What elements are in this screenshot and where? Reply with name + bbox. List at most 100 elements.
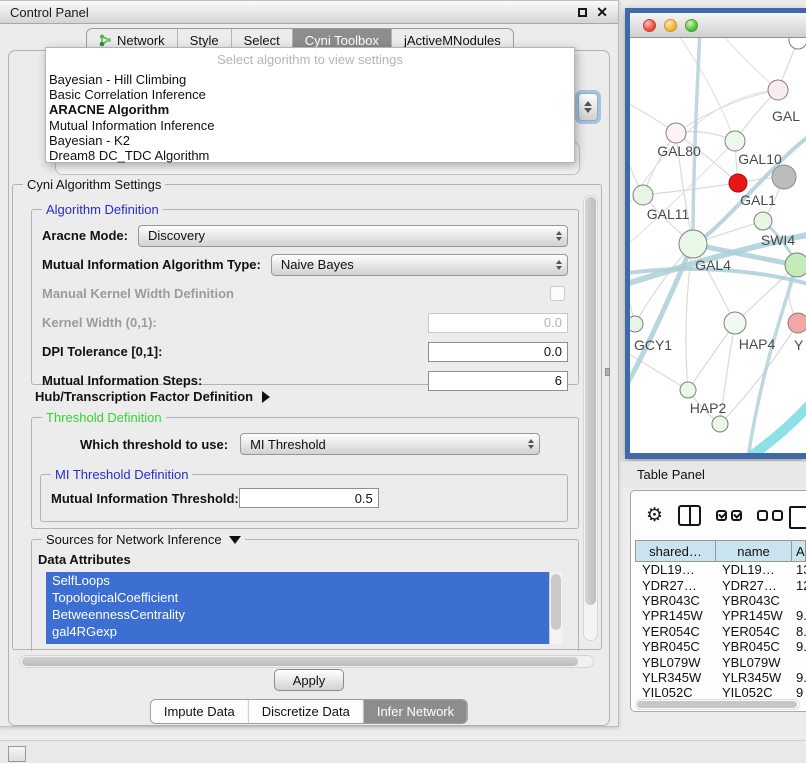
- node-bottom[interactable]: [712, 416, 728, 432]
- sources-title: Sources for Network Inference: [46, 532, 222, 547]
- node-gal11[interactable]: [633, 185, 653, 205]
- node-gal10[interactable]: [725, 131, 745, 151]
- float-window-icon[interactable]: [578, 8, 587, 17]
- attributes-scroll-thumb[interactable]: [551, 574, 561, 630]
- algorithm-combo-arrow[interactable]: [578, 93, 598, 121]
- dpi-tolerance-field[interactable]: 0.0: [428, 342, 568, 362]
- node-gal4[interactable]: [679, 230, 707, 258]
- attributes-scrollbar[interactable]: [549, 572, 562, 644]
- combo-arrows-icon: [556, 255, 562, 275]
- panel-splitter-handle[interactable]: [605, 368, 610, 376]
- mi-threshold-field[interactable]: 0.5: [239, 488, 379, 508]
- attribute-item-selfloops[interactable]: SelfLoops: [46, 573, 549, 590]
- close-icon[interactable]: ✕: [596, 6, 608, 18]
- algorithm-option-aracne-algorithm[interactable]: ARACNE Algorithm: [49, 102, 574, 117]
- node-gal80[interactable]: [666, 123, 686, 143]
- node-top-partial[interactable]: [789, 38, 806, 49]
- column-header-name[interactable]: name: [716, 541, 792, 561]
- settings-hscroll-thumb[interactable]: [22, 657, 578, 666]
- tab-label: Cyni Toolbox: [305, 33, 379, 48]
- column-layout-icon[interactable]: [678, 505, 701, 526]
- node-hap2[interactable]: [680, 382, 696, 398]
- algorithm-option-basic-correlation-inference[interactable]: Basic Correlation Inference: [49, 87, 574, 102]
- node-hap4[interactable]: [724, 312, 746, 334]
- node-pink-right[interactable]: [788, 313, 806, 333]
- bottom-tabbar: Impute DataDiscretize DataInfer Network: [150, 699, 468, 724]
- node-gray[interactable]: [772, 165, 796, 189]
- tab-impute-data[interactable]: Impute Data: [151, 700, 249, 723]
- table-panel-window: ⚙ shared…nameA YDL19…YDL19…13YDR27…YDR27…: [630, 490, 806, 712]
- attribute-item-betweennesscentrality[interactable]: BetweennessCentrality: [46, 607, 549, 624]
- column-header-shared[interactable]: shared…: [636, 541, 716, 561]
- algorithm-option-bayesian-hill-climbing[interactable]: Bayesian - Hill Climbing: [49, 72, 574, 87]
- column-header-a[interactable]: A: [792, 541, 806, 561]
- table-cell: 12: [791, 578, 806, 593]
- node-green-right[interactable]: [785, 253, 806, 277]
- close-traffic-light[interactable]: [643, 19, 656, 32]
- table-row[interactable]: YIL052CYIL052C9: [635, 685, 806, 698]
- algorithm-option-bayesian-k2[interactable]: Bayesian - K2: [49, 133, 574, 148]
- combo-down-arrow-icon: [584, 108, 592, 113]
- table-row[interactable]: YLR345WYLR345W9.: [635, 670, 806, 685]
- table-row[interactable]: YDR27…YDR27…12: [635, 577, 806, 592]
- tab-label: jActiveMNodules: [404, 33, 501, 48]
- sources-toggle[interactable]: Sources for Network Inference: [42, 532, 245, 547]
- table-horizontal-scrollbar[interactable]: [635, 699, 800, 710]
- gear-icon[interactable]: ⚙: [646, 506, 663, 525]
- network-edge: [643, 183, 738, 195]
- table-cell: YDR27…: [715, 578, 791, 593]
- algorithm-dropdown-items: Bayesian - Hill ClimbingBasic Correlatio…: [46, 72, 574, 163]
- table-row[interactable]: YBR045CYBR045C9.: [635, 639, 806, 654]
- table-cell: 13: [791, 562, 806, 577]
- table-hscroll-thumb[interactable]: [637, 701, 797, 708]
- new-table-icon[interactable]: [789, 506, 806, 529]
- mi-steps-label: Mutual Information Steps:: [42, 373, 202, 388]
- tab-infer-network[interactable]: Infer Network: [364, 700, 467, 723]
- tab-discretize-data[interactable]: Discretize Data: [249, 700, 364, 723]
- algorithm-dropdown-popup: Select algorithm to view settings Bayesi…: [45, 47, 575, 163]
- bottom-left-mini-button[interactable]: [8, 746, 26, 762]
- algorithm-option-dream8-dc-tdc-algorithm[interactable]: Dream8 DC_TDC Algorithm: [49, 148, 574, 163]
- node-pink-top[interactable]: [768, 80, 788, 100]
- expand-right-icon: [262, 391, 270, 403]
- combo-arrows-icon: [528, 434, 534, 454]
- sources-group: Sources for Network Inference Data Attri…: [31, 539, 579, 651]
- table-row[interactable]: YER054CYER054C8.: [635, 624, 806, 639]
- threshold-definition-title: Threshold Definition: [42, 410, 166, 425]
- settings-horizontal-scrollbar[interactable]: [19, 655, 594, 668]
- attribute-item-topologicalcoefficient[interactable]: TopologicalCoefficient: [46, 590, 549, 607]
- node-swi4[interactable]: [754, 212, 772, 230]
- table-row[interactable]: YBR043CYBR043C: [635, 593, 806, 608]
- hub-definition-toggle[interactable]: Hub/Transcription Factor Definition: [35, 389, 270, 404]
- attribute-item-gal4rgexp[interactable]: gal4RGexp: [46, 624, 549, 641]
- minimize-traffic-light[interactable]: [664, 19, 677, 32]
- table-row[interactable]: YDL19…YDL19…13: [635, 562, 806, 577]
- algorithm-option-mutual-information-inference[interactable]: Mutual Information Inference: [49, 118, 574, 133]
- node-label-gal10: GAL10: [738, 151, 782, 167]
- dpi-tolerance-label: DPI Tolerance [0,1]:: [42, 344, 162, 359]
- table-row[interactable]: YPR145WYPR145W9.: [635, 608, 806, 623]
- table-cell: YBR045C: [635, 639, 715, 654]
- deselect-checkboxes-icon[interactable]: [757, 510, 783, 521]
- node-gal1[interactable]: [729, 174, 747, 192]
- aracne-mode-label: Aracne Mode:: [42, 228, 128, 243]
- apply-button[interactable]: Apply: [274, 669, 344, 691]
- mi-threshold-label: Mutual Information Threshold:: [51, 491, 239, 506]
- mi-steps-field[interactable]: 6: [428, 371, 568, 391]
- table-row[interactable]: YBL079WYBL079W: [635, 654, 806, 669]
- node-gcy1[interactable]: [630, 316, 643, 332]
- aracne-mode-combo[interactable]: Discovery: [138, 225, 568, 247]
- table-cell: YER054C: [715, 624, 791, 639]
- mi-type-combo[interactable]: Naive Bayes: [271, 254, 568, 276]
- settings-vscroll-thumb[interactable]: [585, 197, 596, 605]
- bottom-strip: [0, 740, 806, 763]
- manual-kernel-checkbox[interactable]: [550, 286, 565, 301]
- settings-vertical-scrollbar[interactable]: [583, 195, 598, 641]
- table-toolbar: ⚙: [631, 491, 806, 540]
- select-all-checkboxes-icon[interactable]: [716, 510, 742, 521]
- which-threshold-combo[interactable]: MI Threshold: [240, 433, 540, 455]
- kernel-width-field[interactable]: 0.0: [428, 313, 568, 333]
- network-canvas[interactable]: GALGAL80GAL10GAL1GAL11SWI4GAL4GCY1HAP4YH…: [630, 38, 806, 453]
- zoom-traffic-light[interactable]: [685, 19, 698, 32]
- network-edge: [676, 90, 778, 133]
